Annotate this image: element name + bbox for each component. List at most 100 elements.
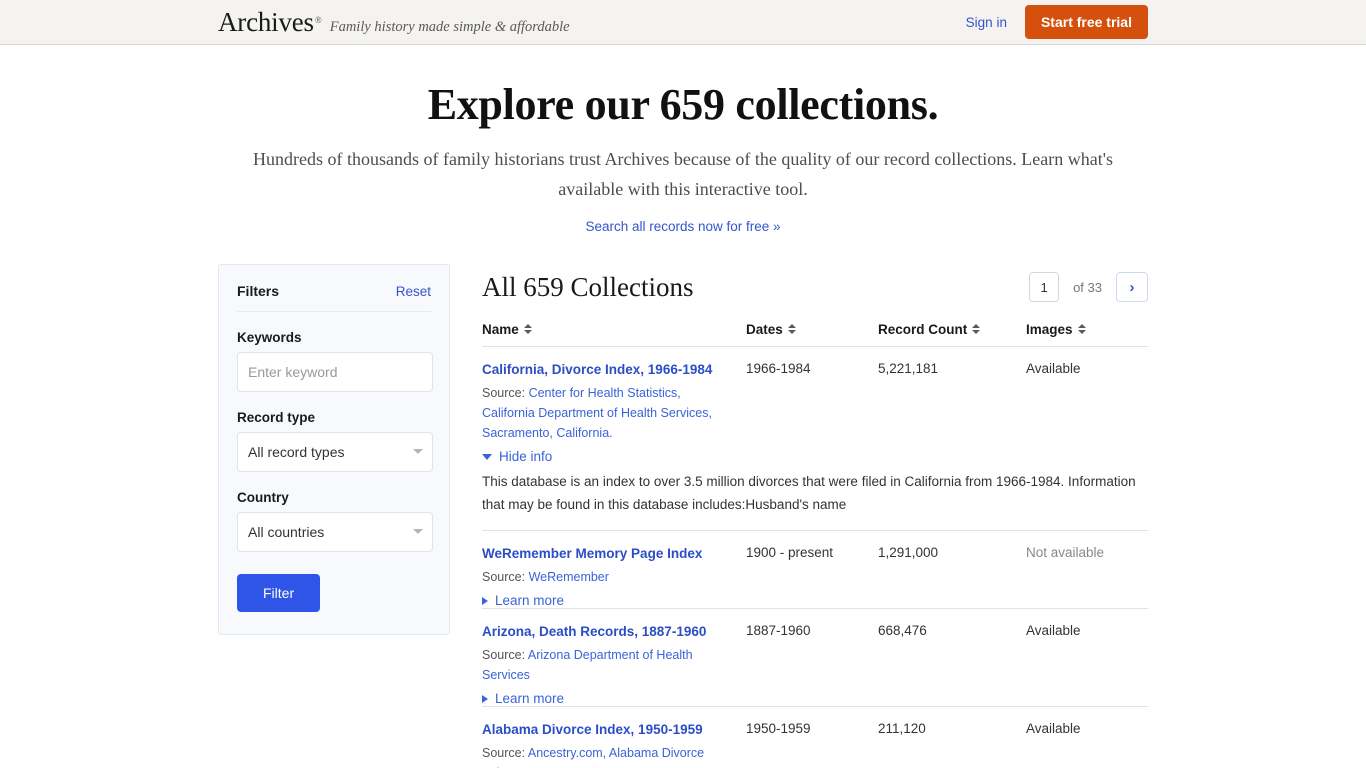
cell-dates: 1950-1959 xyxy=(746,706,878,768)
triangle-right-icon xyxy=(482,596,488,605)
triangle-down-icon xyxy=(482,453,492,460)
cell-description: This database is an index to over 3.5 mi… xyxy=(482,464,1148,531)
table-header-row: Name Dates Record Count Images xyxy=(482,322,1148,347)
results-panel: All 659 Collections of 33 › Name Dates xyxy=(482,264,1148,768)
table-row: Alabama Divorce Index, 1950-1959 Source:… xyxy=(482,706,1148,768)
country-label: Country xyxy=(237,490,289,505)
chevron-down-icon xyxy=(413,529,423,534)
hero-subtitle: Hundreds of thousands of family historia… xyxy=(252,149,1114,199)
cell-images: Not available xyxy=(1026,530,1148,609)
dates-value: 1900 - present xyxy=(746,545,834,560)
triangle-right-icon xyxy=(482,694,488,703)
collection-source: Source: Ancestry.com, Alabama Divorce In… xyxy=(482,743,746,768)
table-row: Arizona, Death Records, 1887-1960 Source… xyxy=(482,608,1148,707)
cell-name: Arizona, Death Records, 1887-1960 Source… xyxy=(482,608,746,707)
reset-filters-link[interactable]: Reset xyxy=(396,284,431,299)
source-prefix: Source: xyxy=(482,746,526,760)
toggle-info-label: Learn more xyxy=(495,691,565,706)
filters-panel: Filters Reset Keywords Record type All r… xyxy=(218,264,450,635)
source-prefix: Source: xyxy=(482,570,526,584)
record-count-value: 668,476 xyxy=(878,623,927,638)
table-row: WeRemember Memory Page Index Source: WeR… xyxy=(482,530,1148,609)
chevron-down-icon xyxy=(413,449,423,454)
source-link[interactable]: WeRemember xyxy=(529,570,609,584)
collections-table: Name Dates Record Count Images Californi… xyxy=(482,322,1148,768)
images-value: Not available xyxy=(1026,545,1105,560)
brand-tagline: Family history made simple & affordable xyxy=(329,18,570,35)
column-header-dates[interactable]: Dates xyxy=(746,322,878,347)
cell-name: WeRemember Memory Page Index Source: WeR… xyxy=(482,530,746,609)
keywords-label: Keywords xyxy=(237,330,302,345)
table-row: California, Divorce Index, 1966-1984 Sou… xyxy=(482,347,1148,465)
filters-title: Filters xyxy=(237,283,280,299)
table-head: Name Dates Record Count Images xyxy=(482,322,1148,347)
images-value: Available xyxy=(1026,721,1081,736)
column-header-images[interactable]: Images xyxy=(1026,322,1148,347)
sign-in-link[interactable]: Sign in xyxy=(966,15,1007,30)
next-page-button[interactable]: › xyxy=(1116,272,1148,302)
images-value: Available xyxy=(1026,623,1081,638)
toggle-info-button[interactable]: Learn more xyxy=(482,691,746,706)
dates-value: 1887-1960 xyxy=(746,623,811,638)
column-label-record-count: Record Count xyxy=(878,322,968,337)
record-count-value: 5,221,181 xyxy=(878,361,939,376)
cell-name: Alabama Divorce Index, 1950-1959 Source:… xyxy=(482,706,746,768)
collection-link[interactable]: Arizona, Death Records, 1887-1960 xyxy=(482,623,706,641)
sort-icon[interactable] xyxy=(523,324,532,334)
keywords-input[interactable] xyxy=(237,352,433,392)
collection-source: Source: WeRemember xyxy=(482,567,746,587)
cell-record-count: 211,120 xyxy=(878,706,1026,768)
column-label-dates: Dates xyxy=(746,322,783,337)
record-type-value: All record types xyxy=(248,444,345,460)
table-row-description: This database is an index to over 3.5 mi… xyxy=(482,464,1148,531)
page-title: Explore our 659 collections. xyxy=(427,80,939,129)
page-number-input[interactable] xyxy=(1029,272,1060,302)
collection-source: Source: Center for Health Statistics, Ca… xyxy=(482,383,746,443)
registered-trademark-icon: ® xyxy=(314,14,322,25)
sort-icon[interactable] xyxy=(787,324,796,334)
toggle-info-button[interactable]: Hide info xyxy=(482,449,746,464)
collection-link[interactable]: WeRemember Memory Page Index xyxy=(482,545,702,563)
chevron-right-icon: › xyxy=(1129,278,1135,296)
dates-value: 1966-1984 xyxy=(746,361,811,376)
pagination: of 33 › xyxy=(1029,272,1148,302)
cell-name: California, Divorce Index, 1966-1984 Sou… xyxy=(482,347,746,464)
cell-record-count: 5,221,181 xyxy=(878,347,1026,465)
column-label-name: Name xyxy=(482,322,519,337)
cell-images: Available xyxy=(1026,706,1148,768)
column-header-record-count[interactable]: Record Count xyxy=(878,322,1026,347)
sort-icon[interactable] xyxy=(972,324,981,334)
cell-images: Available xyxy=(1026,608,1148,707)
table-body: California, Divorce Index, 1966-1984 Sou… xyxy=(482,347,1148,768)
start-free-trial-button[interactable]: Start free trial xyxy=(1024,5,1148,39)
header-actions: Sign in Start free trial xyxy=(966,5,1148,39)
record-count-value: 1,291,000 xyxy=(878,545,939,560)
sort-icon[interactable] xyxy=(1077,324,1086,334)
collection-link[interactable]: California, Divorce Index, 1966-1984 xyxy=(482,361,712,379)
cell-record-count: 668,476 xyxy=(878,608,1026,707)
cell-dates: 1900 - present xyxy=(746,530,878,609)
collection-description: This database is an index to over 3.5 mi… xyxy=(482,474,1136,512)
toggle-info-label: Hide info xyxy=(499,449,553,464)
toggle-info-button[interactable]: Learn more xyxy=(482,593,746,608)
site-header: Archives ® Family history made simple & … xyxy=(0,0,1366,45)
dates-value: 1950-1959 xyxy=(746,721,811,736)
record-type-select[interactable]: All record types xyxy=(237,432,433,472)
country-select[interactable]: All countries xyxy=(237,512,433,552)
record-count-value: 211,120 xyxy=(878,721,926,736)
apply-filter-button[interactable]: Filter xyxy=(237,574,321,612)
search-all-records-link[interactable]: Search all records now for free » xyxy=(585,219,780,234)
country-select-wrap: All countries xyxy=(237,512,433,552)
cell-images: Available xyxy=(1026,347,1148,465)
toggle-info-label: Learn more xyxy=(495,593,565,608)
source-prefix: Source: xyxy=(482,648,526,662)
images-value: Available xyxy=(1026,361,1081,376)
hero-section: Explore our 659 collections. Hundreds of… xyxy=(0,45,1366,236)
logo[interactable]: Archives ® Family history made simple & … xyxy=(218,8,570,36)
collection-link[interactable]: Alabama Divorce Index, 1950-1959 xyxy=(482,721,703,739)
column-header-name[interactable]: Name xyxy=(482,322,746,347)
column-label-images: Images xyxy=(1026,322,1073,337)
results-title: All 659 Collections xyxy=(482,271,694,302)
cell-record-count: 1,291,000 xyxy=(878,530,1026,609)
record-type-select-wrap: All record types xyxy=(237,432,433,472)
